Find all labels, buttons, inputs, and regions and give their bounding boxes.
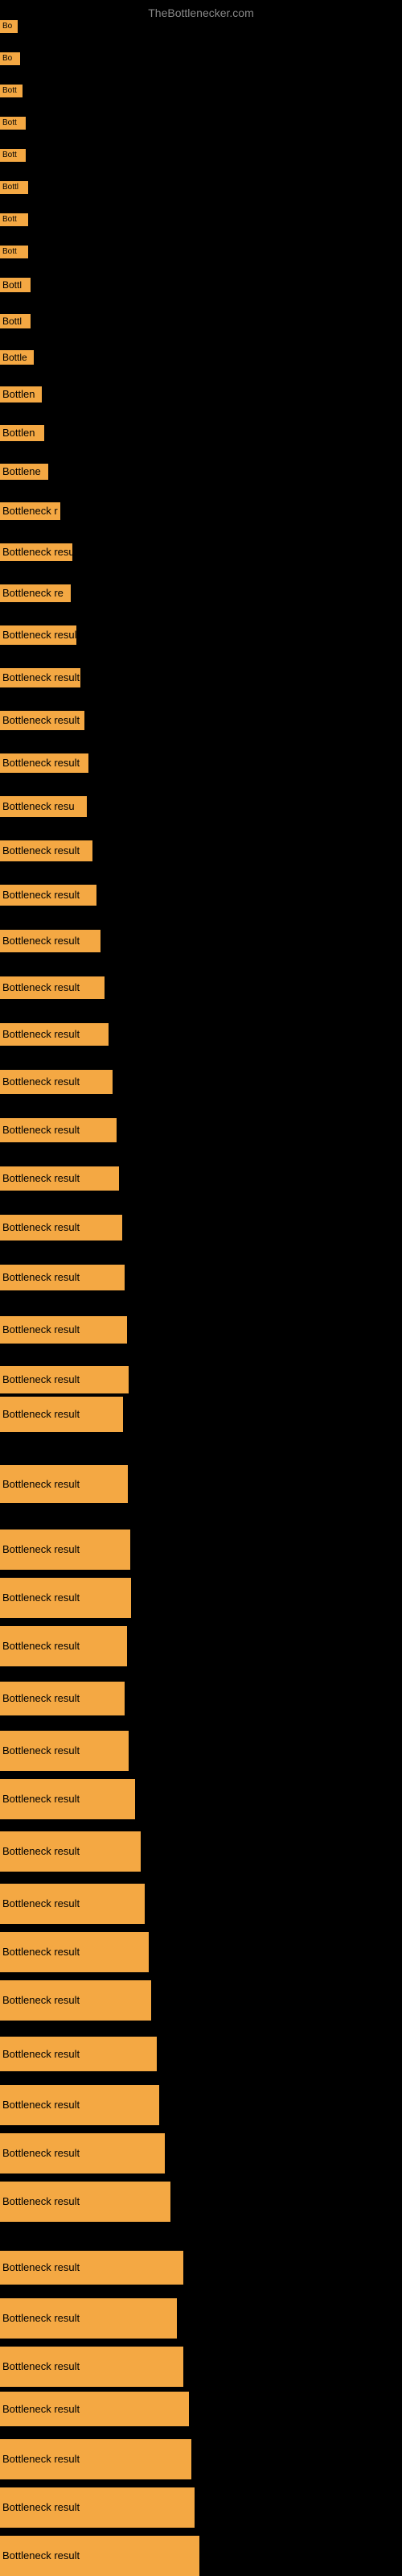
bottleneck-result-item: Bottleneck result xyxy=(0,1980,151,2021)
bottleneck-result-item: Bottleneck result xyxy=(0,668,80,687)
bottleneck-result-item: Bottlen xyxy=(0,386,42,402)
site-title: TheBottlenecker.com xyxy=(0,0,402,23)
bottleneck-result-item: Bottl xyxy=(0,278,31,292)
bottleneck-result-item: Bott xyxy=(0,149,26,162)
bottleneck-result-item: Bottleneck result xyxy=(0,1626,127,1666)
bottleneck-result-item: Bottleneck result xyxy=(0,885,96,906)
bottleneck-result-item: Bottleneck result xyxy=(0,1166,119,1191)
bottleneck-result-item: Bottleneck result xyxy=(0,1366,129,1393)
bottleneck-result-item: Bottleneck result xyxy=(0,625,76,645)
bottleneck-result-item: Bottleneck result xyxy=(0,2392,189,2426)
bottleneck-result-item: Bottleneck result xyxy=(0,1397,123,1432)
bottleneck-result-item: Bo xyxy=(0,20,18,33)
bottleneck-result-item: Bottleneck result xyxy=(0,1831,141,1872)
bottleneck-result-item: Bott xyxy=(0,246,28,258)
bottleneck-result-item: Bo xyxy=(0,52,20,65)
bottleneck-result-item: Bottleneck result xyxy=(0,840,92,861)
bottleneck-result-item: Bottleneck result xyxy=(0,753,88,773)
bottleneck-result-item: Bottleneck result xyxy=(0,1932,149,1972)
bottleneck-result-item: Bottleneck result xyxy=(0,2182,170,2222)
bottleneck-result-item: Bottleneck result xyxy=(0,1118,117,1142)
bottleneck-result-item: Bottlen xyxy=(0,425,44,441)
bottleneck-result-item: Bottleneck result xyxy=(0,1265,125,1290)
bottleneck-result-item: Bottle xyxy=(0,350,34,365)
bottleneck-result-item: Bott xyxy=(0,117,26,130)
bottleneck-result-item: Bottleneck result xyxy=(0,2133,165,2174)
bottleneck-result-item: Bottleneck result xyxy=(0,1215,122,1241)
bottleneck-result-item: Bottleneck result xyxy=(0,711,84,730)
bottleneck-result-item: Bottleneck result xyxy=(0,1779,135,1819)
bottleneck-result-item: Bottl xyxy=(0,181,28,194)
bottleneck-result-item: Bottleneck result xyxy=(0,2037,157,2071)
bottleneck-result-item: Bottleneck result xyxy=(0,1316,127,1344)
bottleneck-result-item: Bottleneck resul xyxy=(0,543,72,561)
bottleneck-result-item: Bottl xyxy=(0,314,31,328)
bottleneck-result-item: Bottleneck result xyxy=(0,2536,199,2576)
bottleneck-result-item: Bottleneck result xyxy=(0,2347,183,2387)
bottleneck-result-item: Bottleneck result xyxy=(0,1682,125,1715)
bottleneck-result-item: Bottlene xyxy=(0,464,48,480)
bottleneck-result-item: Bott xyxy=(0,213,28,226)
bottleneck-result-item: Bottleneck r xyxy=(0,502,60,520)
bottleneck-result-item: Bott xyxy=(0,85,23,97)
bottleneck-result-item: Bottleneck result xyxy=(0,1731,129,1771)
bottleneck-result-item: Bottleneck result xyxy=(0,2439,191,2479)
bottleneck-result-item: Bottleneck result xyxy=(0,1070,113,1094)
bottleneck-result-item: Bottleneck result xyxy=(0,1884,145,1924)
bottleneck-result-item: Bottleneck result xyxy=(0,2085,159,2125)
bottleneck-result-item: Bottleneck result xyxy=(0,1465,128,1503)
bottleneck-result-item: Bottleneck result xyxy=(0,976,105,999)
bottleneck-result-item: Bottleneck result xyxy=(0,2487,195,2528)
bottleneck-result-item: Bottleneck result xyxy=(0,1578,131,1618)
bottleneck-result-item: Bottleneck resu xyxy=(0,796,87,817)
bottleneck-result-item: Bottleneck result xyxy=(0,930,100,952)
bottleneck-result-item: Bottleneck re xyxy=(0,584,71,602)
bottleneck-result-item: Bottleneck result xyxy=(0,1023,109,1046)
bottleneck-result-item: Bottleneck result xyxy=(0,1530,130,1570)
bottleneck-result-item: Bottleneck result xyxy=(0,2251,183,2285)
bottleneck-result-item: Bottleneck result xyxy=(0,2298,177,2339)
